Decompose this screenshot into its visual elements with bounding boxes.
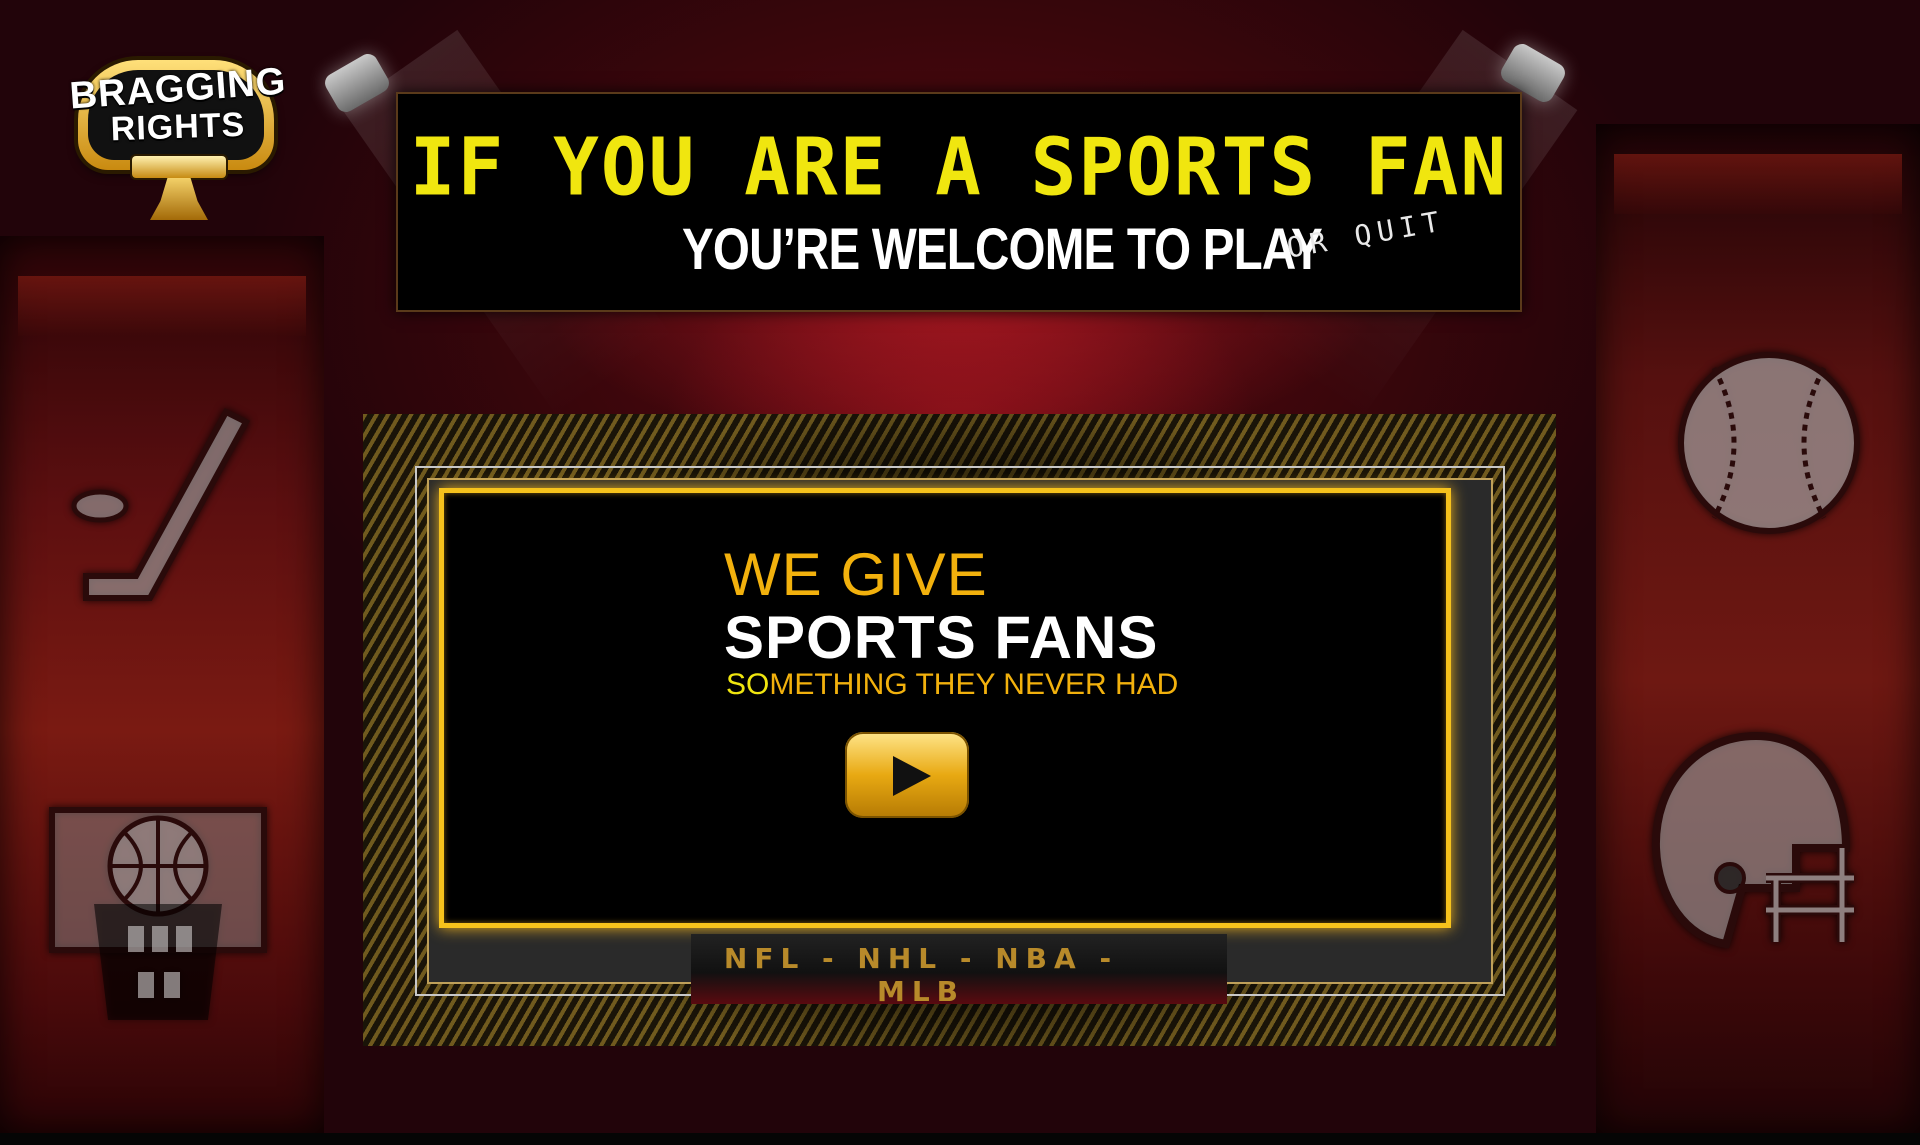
right-sports-panel <box>1596 124 1920 1136</box>
bragging-rights-logo[interactable]: BRAGGING RIGHTS <box>56 46 300 226</box>
baseball-icon <box>1678 352 1860 534</box>
banner-headline: IF YOU ARE A SPORTS FAN <box>409 119 1509 214</box>
football-helmet-icon <box>1651 731 1854 949</box>
trophy-stand <box>150 178 208 220</box>
hockey-stick-icon <box>71 408 251 601</box>
banner-subline: YOU’RE WELCOME TO PLAY <box>682 217 1323 282</box>
banner-alt-text: OR QUIT <box>1284 204 1448 265</box>
bottom-strip <box>0 1133 1920 1145</box>
play-button[interactable] <box>845 732 969 818</box>
video-line1: WE GIVE <box>724 541 988 608</box>
crown-icon <box>132 156 226 178</box>
leagues-label: NFL - NHL - NBA - MLB <box>723 942 1119 1008</box>
video-line2: SPORTS FANS <box>724 604 1159 671</box>
basketball-hoop-icon <box>49 807 267 1020</box>
video-line3-rest: METHING THEY NEVER HAD <box>769 668 1179 701</box>
headline-banner: IF YOU ARE A SPORTS FAN YOU’RE WELCOME T… <box>396 92 1522 312</box>
video-panel: WE GIVE SPORTS FANS SOMETHING THEY NEVER… <box>363 414 1556 1046</box>
video-line3-highlight: SO <box>726 668 770 701</box>
video-line3: SOMETHING THEY NEVER HAD <box>726 668 1178 702</box>
left-sports-panel <box>0 236 324 1134</box>
